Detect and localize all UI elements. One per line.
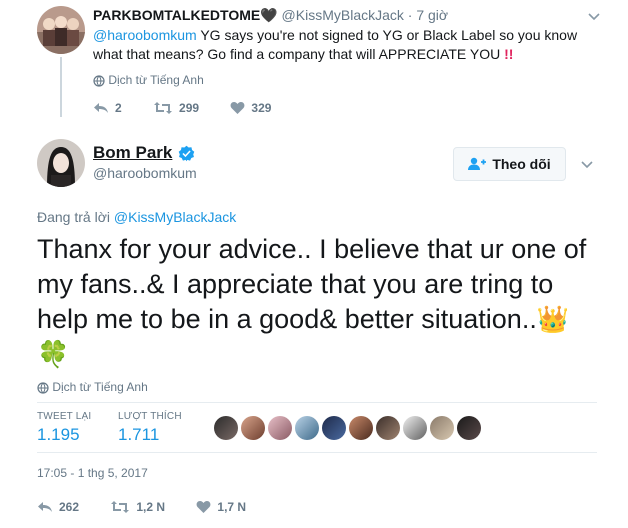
reply-retweet-count: 299 xyxy=(179,101,200,115)
follow-button-label: Theo dõi xyxy=(492,156,551,172)
reply-chevron-down-icon[interactable] xyxy=(588,8,600,26)
retweets-stat[interactable]: TWEET LẠI 1.195 xyxy=(37,411,91,445)
thread-connector xyxy=(60,57,62,117)
reply-translate-label: Dịch từ Tiếng Anh xyxy=(108,73,204,87)
reply-handle[interactable]: @KissMyBlackJack xyxy=(282,7,404,23)
tweet-timestamp[interactable]: 17:05 - 1 thg 5, 2017 xyxy=(37,466,148,480)
replying-to: Đang trả lời @KissMyBlackJack xyxy=(37,209,236,225)
liker-avatar[interactable] xyxy=(241,416,265,440)
liker-avatar[interactable] xyxy=(403,416,427,440)
liker-avatar[interactable] xyxy=(349,416,373,440)
reply-like-button[interactable]: 329 xyxy=(230,101,271,115)
crown-icon: 👑 xyxy=(536,304,570,334)
replying-prefix: Đang trả lời xyxy=(37,209,110,225)
main-like-button[interactable]: 1,7 N xyxy=(196,500,246,514)
liker-avatar[interactable] xyxy=(214,416,238,440)
likes-stat-value: 1.711 xyxy=(118,425,160,444)
reply-display-name[interactable]: PARKBOMTALKEDTOME xyxy=(93,7,260,23)
reply-body: @haroobomkum YG says you're not signed t… xyxy=(93,26,593,64)
reply-like-count: 329 xyxy=(251,101,272,115)
reply-dot: · xyxy=(407,7,413,23)
main-translate-label: Dịch từ Tiếng Anh xyxy=(52,380,148,394)
main-tweet-body: Thanx for your advice.. I believe that u… xyxy=(37,232,597,372)
stats-divider-bottom xyxy=(37,452,597,453)
retweets-stat-label: TWEET LẠI xyxy=(37,411,92,422)
reply-reply-button[interactable]: 2 xyxy=(93,101,122,115)
globe-icon xyxy=(37,382,49,394)
main-retweet-button[interactable]: 1,2 N xyxy=(110,500,165,514)
liker-avatar[interactable] xyxy=(268,416,292,440)
reply-action-bar: 2 299 329 xyxy=(93,101,299,118)
retweet-icon xyxy=(111,501,130,513)
main-retweet-count: 1,2 N xyxy=(136,500,166,514)
main-handle[interactable]: @haroobomkum xyxy=(93,165,197,181)
liker-avatar[interactable] xyxy=(295,416,319,440)
stats-divider-top xyxy=(37,402,597,403)
liker-avatar[interactable] xyxy=(457,416,481,440)
reply-icon xyxy=(94,103,108,113)
reply-time[interactable]: 7 giờ xyxy=(416,7,448,23)
main-reply-count: 262 xyxy=(59,500,80,514)
liker-avatar[interactable] xyxy=(430,416,454,440)
globe-icon xyxy=(93,75,105,87)
heart-icon xyxy=(230,102,245,114)
black-heart-icon: 🖤 xyxy=(260,7,278,23)
likes-stat[interactable]: LƯỢT THÍCH 1.711 xyxy=(118,411,182,445)
reply-avatar[interactable] xyxy=(37,6,85,54)
reply-translate[interactable]: Dịch từ Tiếng Anh xyxy=(93,73,204,87)
retweets-stat-value: 1.195 xyxy=(37,425,80,444)
reply-header: PARKBOMTALKEDTOME🖤 @KissMyBlackJack · 7 … xyxy=(93,7,448,24)
liker-avatar[interactable] xyxy=(376,416,400,440)
reply-mention[interactable]: @haroobomkum xyxy=(93,27,197,43)
follow-button[interactable]: Theo dõi xyxy=(453,147,566,181)
main-reply-button[interactable]: 262 xyxy=(37,500,79,514)
add-user-icon xyxy=(468,157,487,170)
double-exclamation-icon: !! xyxy=(504,46,514,62)
liker-avatar[interactable] xyxy=(322,416,346,440)
likes-stat-label: LƯỢT THÍCH xyxy=(118,411,182,422)
retweet-icon xyxy=(154,102,173,114)
reply-icon xyxy=(38,502,52,512)
reply-reply-count: 2 xyxy=(115,101,122,115)
main-avatar[interactable] xyxy=(37,139,85,187)
main-chevron-down-icon[interactable] xyxy=(581,156,593,174)
verified-badge-icon xyxy=(178,145,195,167)
main-translate[interactable]: Dịch từ Tiếng Anh xyxy=(37,380,148,394)
main-action-bar: 262 1,2 N 1,7 N xyxy=(37,500,274,517)
replying-handle[interactable]: @KissMyBlackJack xyxy=(114,209,236,225)
main-like-count: 1,7 N xyxy=(217,500,247,514)
liker-avatars xyxy=(214,416,481,440)
main-display-name[interactable]: Bom Park xyxy=(93,143,172,163)
heart-icon xyxy=(196,501,211,513)
main-tweet-text: Thanx for your advice.. I believe that u… xyxy=(37,234,587,334)
reply-retweet-button[interactable]: 299 xyxy=(153,101,199,115)
four-leaf-clover-icon: 🍀 xyxy=(37,339,70,369)
